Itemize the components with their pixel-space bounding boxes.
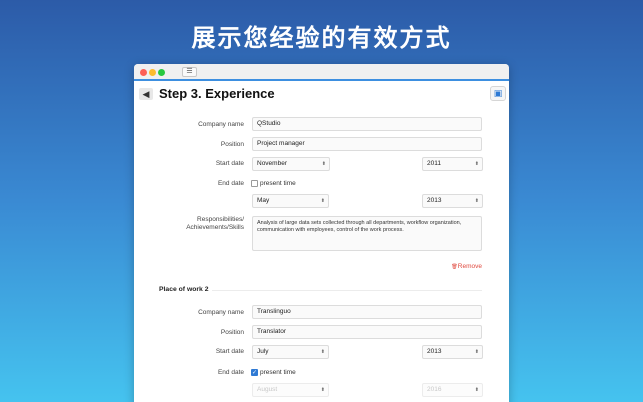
end-year-value: 2013 bbox=[427, 197, 442, 204]
responsibilities-label-line1: Responsibilities/ bbox=[197, 216, 244, 223]
start-month-value: July bbox=[257, 348, 269, 355]
present-time-label: present time bbox=[260, 369, 296, 376]
headline: 展示您经验的有效方式 bbox=[191, 24, 452, 52]
start-year-value: 2013 bbox=[427, 348, 442, 355]
position-label: Position bbox=[220, 329, 244, 336]
chevron-updown-icon: ⬍ bbox=[320, 198, 325, 204]
responsibilities-textarea[interactable]: Analysis of large data sets collected th… bbox=[252, 216, 482, 251]
briefcase-icon[interactable]: ▣ bbox=[490, 86, 506, 101]
end-year-value: 2016 bbox=[427, 386, 442, 393]
present-time-checkbox[interactable]: ✓ bbox=[251, 369, 258, 376]
start-month-value: November bbox=[257, 160, 287, 167]
chevron-updown-icon: ⬍ bbox=[474, 161, 479, 167]
zoom-window-button[interactable] bbox=[158, 69, 165, 76]
present-time-checkbox[interactable] bbox=[251, 180, 258, 187]
page-title: Step 3. Experience bbox=[159, 86, 275, 101]
minimize-window-button[interactable] bbox=[149, 69, 156, 76]
start-year-select[interactable]: 2013 ⬍ bbox=[422, 345, 483, 359]
position-input[interactable]: Translator bbox=[252, 325, 482, 339]
end-month-value: August bbox=[257, 386, 278, 393]
company-input[interactable]: QStudio bbox=[252, 117, 482, 131]
remove-label: Remove bbox=[457, 263, 482, 270]
responsibilities-label-line2: Achievements/Skills bbox=[186, 224, 244, 231]
page-header: ◀ Step 3. Experience ▣ bbox=[134, 81, 509, 109]
company-label: Company name bbox=[198, 309, 244, 316]
sidebar-toggle-icon[interactable]: ☰ bbox=[182, 67, 197, 77]
back-button[interactable]: ◀ bbox=[139, 88, 153, 100]
app-window: ☰ ◀ Step 3. Experience ▣ Company name QS… bbox=[134, 64, 509, 402]
end-year-select[interactable]: 2016 ⬍ bbox=[422, 383, 483, 397]
chevron-updown-icon: ⬍ bbox=[320, 349, 325, 355]
start-year-select[interactable]: 2011 ⬍ bbox=[422, 157, 483, 171]
end-date-label: End date bbox=[217, 180, 244, 187]
remove-button[interactable]: 🗑Remove bbox=[451, 263, 482, 271]
titlebar: ☰ bbox=[134, 64, 509, 81]
end-year-select[interactable]: 2013 ⬍ bbox=[422, 194, 483, 208]
chevron-updown-icon: ⬍ bbox=[474, 198, 479, 204]
chevron-updown-icon: ⬍ bbox=[321, 161, 326, 167]
position-input[interactable]: Project manager bbox=[252, 137, 482, 151]
start-month-select[interactable]: November ⬍ bbox=[252, 157, 330, 171]
chevron-updown-icon: ⬍ bbox=[474, 349, 479, 355]
start-date-label: Start date bbox=[215, 160, 244, 167]
company-input[interactable]: Translinguo bbox=[252, 305, 482, 319]
position-label: Position bbox=[220, 141, 244, 148]
end-month-select[interactable]: August ⬍ bbox=[252, 383, 329, 397]
company-label: Company name bbox=[198, 121, 244, 128]
section-divider bbox=[212, 290, 482, 291]
start-month-select[interactable]: July ⬍ bbox=[252, 345, 329, 359]
section-title: Place of work 2 bbox=[159, 286, 209, 293]
end-month-value: May bbox=[257, 197, 270, 204]
chevron-updown-icon: ⬍ bbox=[474, 387, 479, 393]
start-date-label: Start date bbox=[215, 348, 244, 355]
start-year-value: 2011 bbox=[427, 160, 441, 167]
end-date-label: End date bbox=[217, 369, 244, 376]
close-window-button[interactable] bbox=[140, 69, 147, 76]
end-month-select[interactable]: May ⬍ bbox=[252, 194, 329, 208]
present-time-label: present time bbox=[260, 180, 296, 187]
chevron-updown-icon: ⬍ bbox=[320, 387, 325, 393]
